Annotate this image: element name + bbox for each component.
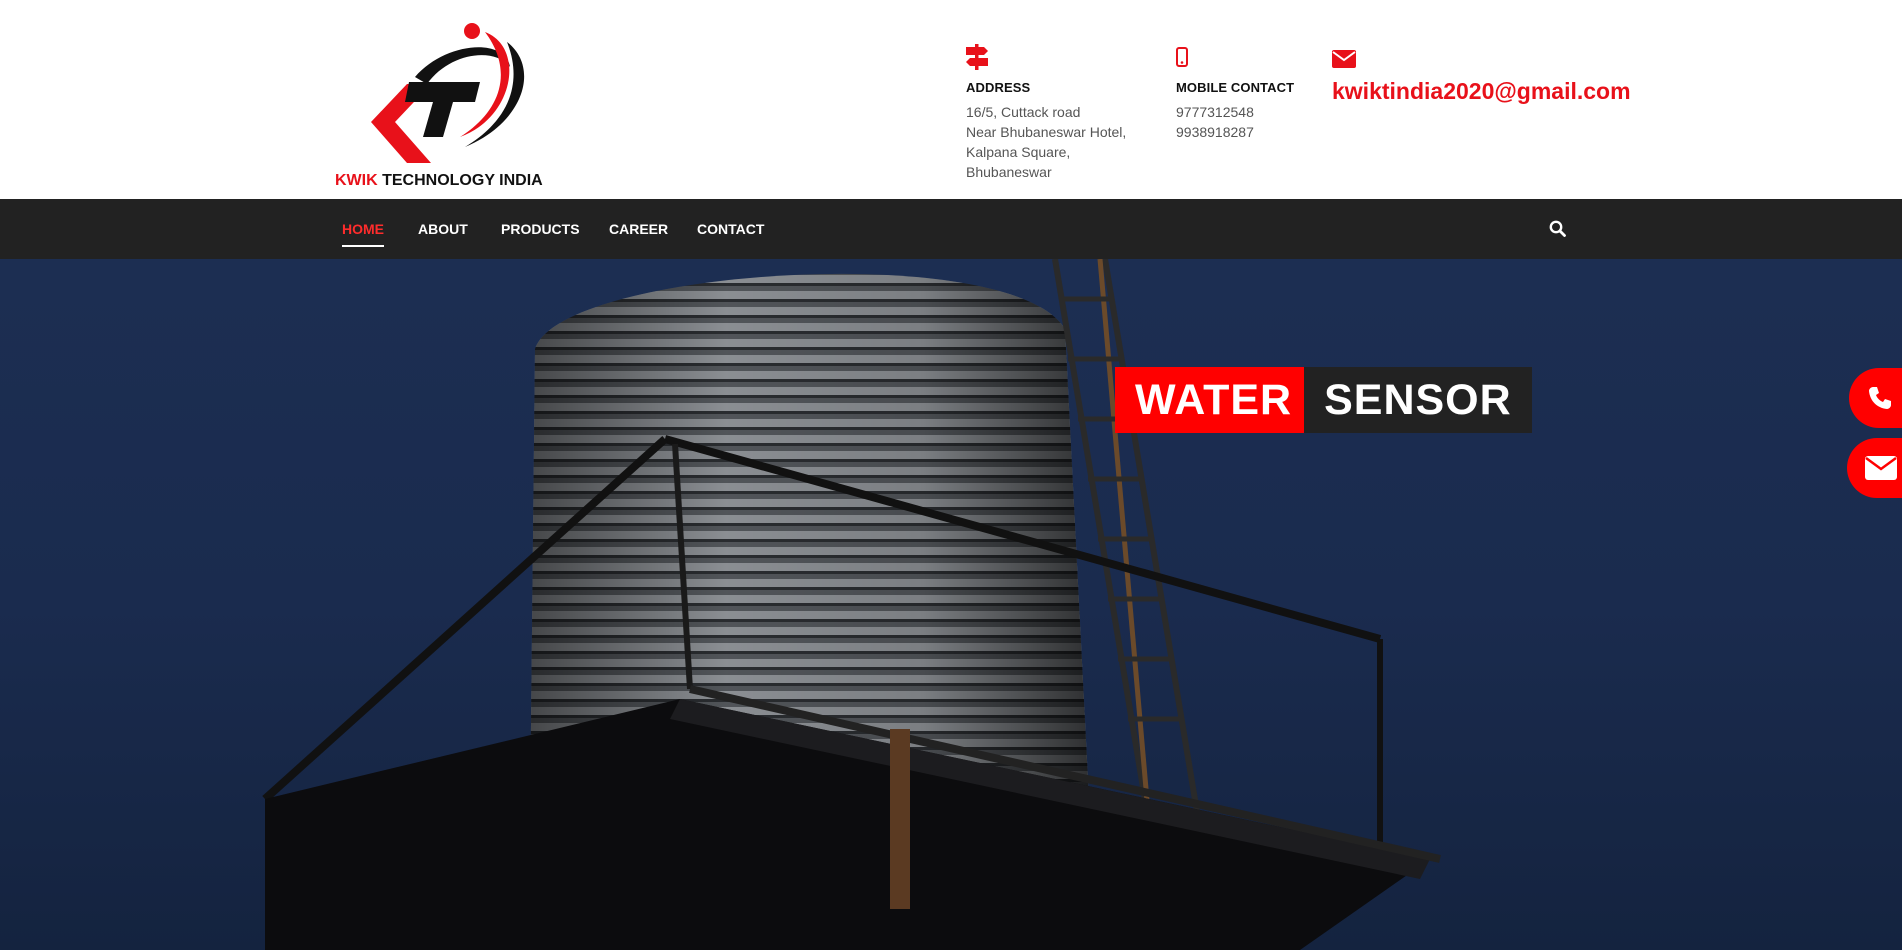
signpost-icon xyxy=(966,44,1126,70)
address-line: Near Bhubaneswar Hotel, xyxy=(966,124,1127,140)
floating-call-button[interactable] xyxy=(1849,368,1902,428)
logo-mark-icon xyxy=(371,23,525,163)
water-tank-image xyxy=(262,259,1441,950)
nav-item-career[interactable]: CAREER xyxy=(609,221,668,237)
search-icon[interactable] xyxy=(1549,220,1566,242)
site-header: KWIK TECHNOLOGY INDIA ADDRESS 16/5, Cutt… xyxy=(0,0,1902,199)
address-line: Kalpana Square, xyxy=(966,144,1071,160)
hero-title-word-1: WATER xyxy=(1115,367,1305,433)
brand-name-red: KWIK xyxy=(335,172,378,189)
hero-slider: WATER SENSOR xyxy=(0,259,1902,950)
phone-icon xyxy=(1869,387,1891,409)
hero-title-word-2: SENSOR xyxy=(1304,367,1532,433)
envelope-icon xyxy=(1332,46,1631,72)
address-line: 16/5, Cuttack road xyxy=(966,104,1081,120)
address-title: ADDRESS xyxy=(966,80,1031,95)
envelope-icon xyxy=(1865,456,1897,480)
main-nav: HOME ABOUT PRODUCTS CAREER CONTACT xyxy=(0,199,1902,259)
mobile-block: MOBILE CONTACT 9777312548 9938918287 xyxy=(1176,44,1294,142)
email-link[interactable]: kwiktindia2020@gmail.com xyxy=(1332,78,1631,105)
nav-item-contact[interactable]: CONTACT xyxy=(697,221,764,237)
address-lines: 16/5, Cuttack road Near Bhubaneswar Hote… xyxy=(966,102,1126,182)
brand-name: KWIK TECHNOLOGY INDIA xyxy=(335,172,543,190)
mobile-title: MOBILE CONTACT xyxy=(1176,80,1295,95)
brand-name-rest: TECHNOLOGY INDIA xyxy=(377,172,543,189)
phone-number[interactable]: 9938918287 xyxy=(1176,122,1294,142)
brand-logo[interactable]: KWIK TECHNOLOGY INDIA xyxy=(335,22,545,194)
floating-email-button[interactable] xyxy=(1847,438,1902,498)
nav-item-about[interactable]: ABOUT xyxy=(418,221,468,237)
address-block: ADDRESS 16/5, Cuttack road Near Bhubanes… xyxy=(966,44,1126,182)
nav-item-home[interactable]: HOME xyxy=(342,221,384,247)
mobile-phone-icon xyxy=(1176,44,1294,70)
email-block: kwiktindia2020@gmail.com xyxy=(1332,46,1631,105)
address-line: Bhubaneswar xyxy=(966,164,1052,180)
nav-item-products[interactable]: PRODUCTS xyxy=(501,221,580,237)
mobile-lines: 9777312548 9938918287 xyxy=(1176,102,1294,142)
hero-title-banner: WATER SENSOR xyxy=(1115,367,1532,433)
phone-number[interactable]: 9777312548 xyxy=(1176,102,1294,122)
